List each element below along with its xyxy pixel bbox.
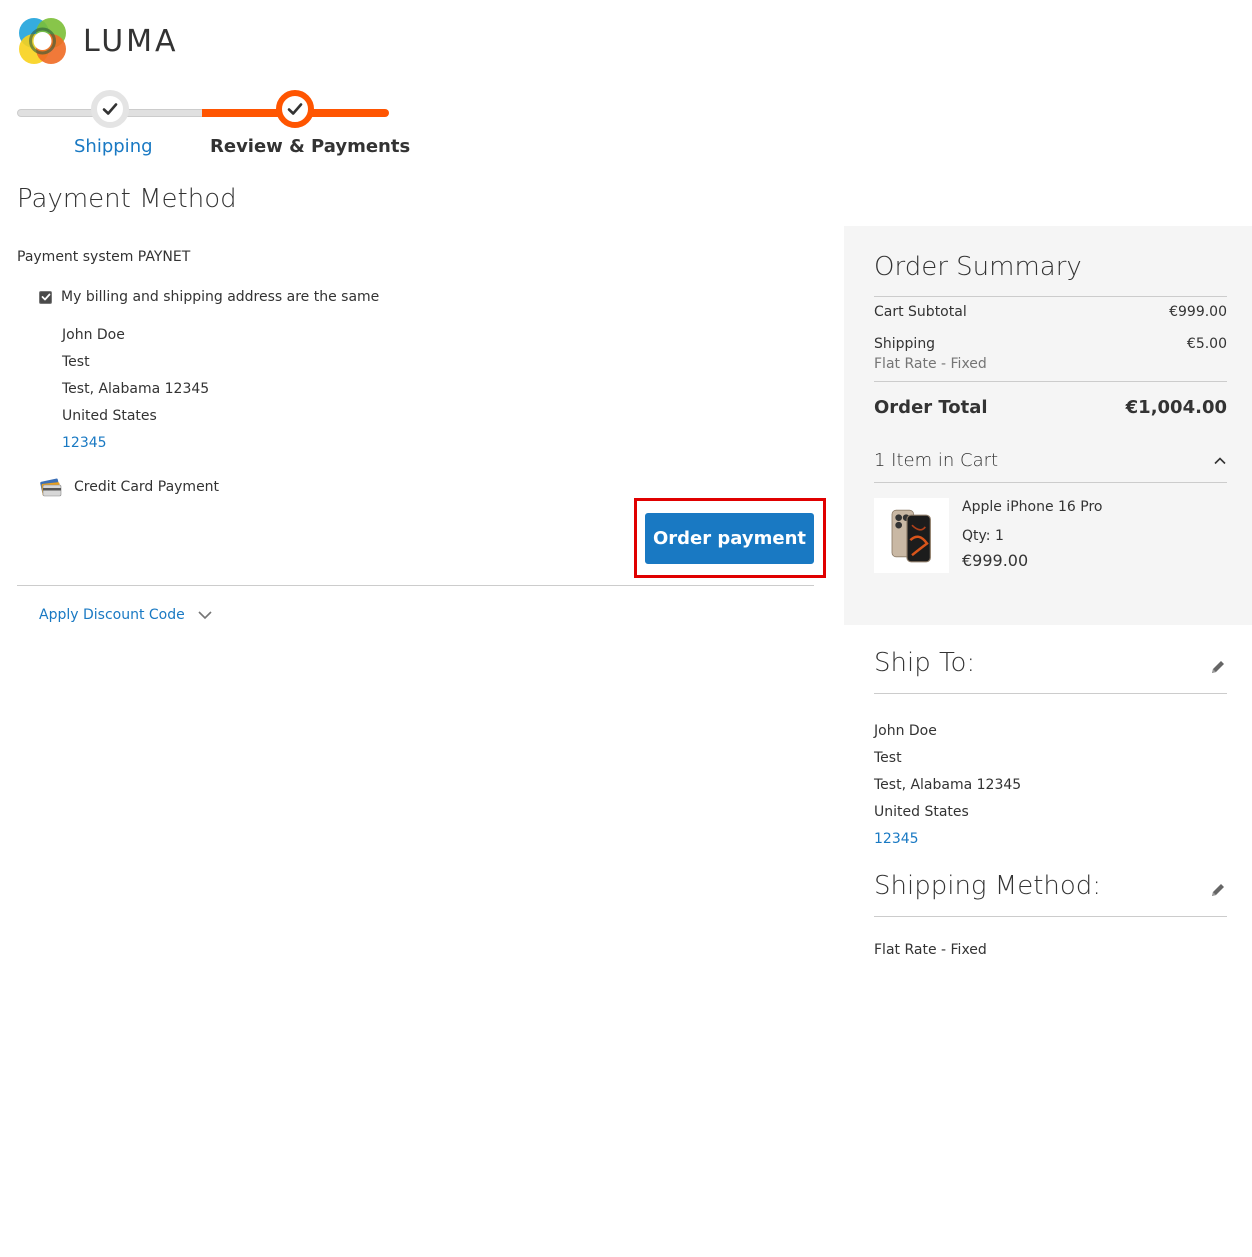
step-shipping-link[interactable]: Shipping (74, 136, 153, 157)
ship-to-name: John Doe (874, 723, 937, 739)
billing-address: John Doe Test Test, Alabama 12345 United… (62, 322, 209, 457)
items-in-cart-toggle[interactable]: 1 Item in Cart (874, 450, 1227, 471)
page-title: Payment Method (17, 184, 237, 214)
divider (874, 482, 1227, 483)
pencil-edit-icon[interactable] (1209, 881, 1227, 899)
order-total-row: Order Total €1,004.00 (874, 397, 1227, 418)
credit-card-payment-label: Credit Card Payment (74, 479, 220, 495)
order-total-label: Order Total (874, 397, 988, 418)
payment-system-label: Payment system PAYNET (17, 249, 191, 265)
credit-card-payment-option[interactable]: Credit Card Payment (39, 476, 219, 498)
ship-to-street: Test (874, 750, 902, 766)
ship-to-address: John Doe Test Test, Alabama 12345 United… (874, 718, 1021, 853)
product-thumbnail (874, 498, 949, 573)
order-summary-panel: Order Summary Cart Subtotal €999.00 Ship… (844, 226, 1252, 625)
ship-to-country: United States (874, 804, 969, 820)
ship-to-phone-link[interactable]: 12345 (874, 826, 1021, 853)
shipping-method-title: Shipping Method: (874, 871, 1102, 901)
order-summary-title: Order Summary (874, 252, 1082, 282)
luma-logo[interactable]: LUMA (17, 15, 179, 67)
shipping-method-note: Flat Rate - Fixed (874, 356, 987, 372)
chevron-down-icon (198, 611, 212, 620)
billing-same-checkbox-row[interactable]: My billing and shipping address are the … (39, 289, 379, 305)
billing-country: United States (62, 408, 157, 424)
items-in-cart-label: 1 Item in Cart (874, 450, 999, 471)
apply-discount-label: Apply Discount Code (39, 607, 185, 623)
ship-to-title: Ship To: (874, 648, 976, 678)
apply-discount-toggle[interactable]: Apply Discount Code (39, 607, 213, 623)
ship-to-city-line: Test, Alabama 12345 (874, 777, 1022, 793)
cart-subtotal-row: Cart Subtotal €999.00 (874, 304, 1227, 320)
cart-subtotal-value: €999.00 (1169, 304, 1227, 320)
checkmark-icon (102, 103, 118, 115)
shipping-label: Shipping (874, 336, 936, 352)
checkmark-icon (287, 103, 303, 115)
billing-phone-link[interactable]: 12345 (62, 430, 209, 457)
step-review-label: Review & Payments (210, 136, 411, 157)
divider (874, 381, 1227, 382)
credit-card-icon (40, 478, 62, 497)
shipping-method-value: Flat Rate - Fixed (874, 942, 987, 958)
luma-logo-icon (19, 18, 66, 64)
product-price: €999.00 (962, 551, 1029, 570)
divider (17, 585, 814, 586)
billing-city-line: Test, Alabama 12345 (62, 381, 210, 397)
order-payment-button[interactable]: Order payment (645, 513, 814, 564)
divider (874, 693, 1227, 694)
brand-name: LUMA (83, 23, 179, 59)
step-review-marker (276, 90, 314, 128)
iphone-image-icon (891, 509, 931, 562)
shipping-value: €5.00 (1186, 336, 1227, 352)
billing-name: John Doe (62, 327, 125, 343)
cart-subtotal-label: Cart Subtotal (874, 304, 967, 320)
divider (874, 916, 1227, 917)
order-total-value: €1,004.00 (1125, 397, 1227, 418)
checkout-progress-bar: Shipping Review & Payments (17, 88, 410, 160)
chevron-up-icon (1214, 457, 1226, 465)
step-shipping-marker (91, 90, 129, 128)
checkmark-icon (41, 293, 50, 301)
product-name: Apple iPhone 16 Pro (962, 499, 1103, 515)
billing-same-label: My billing and shipping address are the … (61, 289, 380, 305)
billing-same-checkbox[interactable] (39, 290, 52, 304)
shipping-row: Shipping €5.00 (874, 336, 1227, 352)
divider (874, 296, 1227, 297)
billing-street: Test (62, 354, 90, 370)
pencil-edit-icon[interactable] (1209, 658, 1227, 676)
product-qty: Qty: 1 (962, 528, 1004, 544)
